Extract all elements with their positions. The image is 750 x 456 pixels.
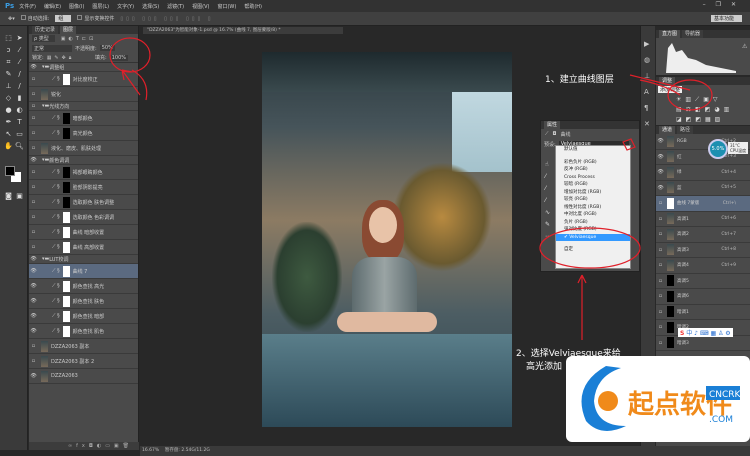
svg-text:CNCRK: CNCRK <box>709 390 742 400</box>
watermark-logo: 起点软件 CNCRK .COM <box>566 356 750 442</box>
foreground-color-swatch[interactable] <box>5 166 15 176</box>
watermark-graphic: 起点软件 CNCRK .COM <box>581 366 742 431</box>
svg-text:.COM: .COM <box>709 415 733 425</box>
